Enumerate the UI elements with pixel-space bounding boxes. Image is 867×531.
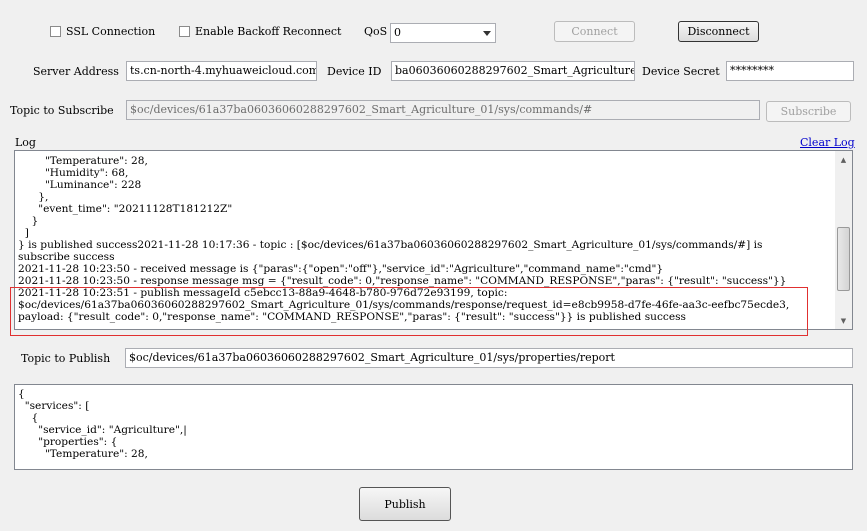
publish-button[interactable]: Publish [359, 487, 451, 521]
payload-line: "service_id": "Agriculture",| [18, 424, 187, 436]
publish-topic-label: Topic to Publish [21, 352, 111, 365]
ssl-connection-label: SSL Connection [66, 25, 156, 38]
server-address-input[interactable]: ts.cn-north-4.myhuaweicloud.com [126, 61, 317, 81]
ssl-connection-checkbox[interactable] [50, 26, 61, 37]
payload-content: { "services": [ { "service_id": "Agricul… [18, 388, 187, 460]
log-line: 2021-11-28 10:23:50 - received message i… [18, 263, 664, 275]
disconnect-button[interactable]: Disconnect [678, 21, 759, 42]
log-label: Log [15, 136, 36, 149]
qos-select-value: 0 [394, 26, 401, 39]
log-line: } [18, 215, 39, 227]
scroll-thumb[interactable] [837, 227, 850, 291]
log-line: }, [18, 191, 49, 203]
log-scrollbar[interactable]: ▲ ▼ [835, 151, 852, 329]
subscribe-button[interactable]: Subscribe [766, 101, 851, 122]
payload-line: "Temperature": 28, [18, 448, 148, 460]
log-line: "event_time": "20211128T181212Z" [18, 203, 233, 215]
device-id-label: Device ID [327, 65, 382, 78]
publish-topic-input[interactable]: $oc/devices/61a37ba06036060288297602_Sma… [125, 348, 853, 368]
log-line: ] [18, 227, 29, 239]
subscribe-topic-input[interactable]: $oc/devices/61a37ba06036060288297602_Sma… [126, 100, 760, 120]
log-line: "Luminance": 228 [18, 179, 142, 191]
backoff-reconnect-label: Enable Backoff Reconnect [195, 25, 342, 38]
backoff-reconnect-checkbox[interactable] [179, 26, 190, 37]
highlight-box [10, 287, 808, 336]
log-line: "Humidity": 68, [18, 167, 129, 179]
clear-log-link[interactable]: Clear Log [800, 136, 855, 149]
device-secret-label: Device Secret [642, 65, 720, 78]
connect-button[interactable]: Connect [554, 21, 635, 42]
device-secret-input[interactable]: ******** [726, 61, 854, 81]
server-address-label: Server Address [33, 65, 119, 78]
scroll-up-icon[interactable]: ▲ [835, 151, 852, 168]
scroll-down-icon[interactable]: ▼ [835, 312, 852, 329]
chevron-down-icon [479, 24, 495, 42]
subscribe-topic-label: Topic to Subscribe [10, 104, 114, 117]
payload-line: "properties": { [18, 436, 118, 448]
qos-select[interactable]: 0 [390, 23, 496, 43]
log-line: } is published success2021-11-28 10:17:3… [18, 239, 763, 251]
device-id-input[interactable]: ba06036060288297602_Smart_Agriculture_01 [391, 61, 635, 81]
payload-line: "services": [ [18, 400, 90, 412]
log-line: 2021-11-28 10:23:50 - response message m… [18, 275, 787, 287]
payload-line: { [18, 388, 25, 400]
qos-label: QoS [364, 25, 388, 38]
payload-textbox[interactable]: { "services": [ { "service_id": "Agricul… [14, 384, 853, 470]
log-line: "Temperature": 28, [18, 155, 148, 167]
payload-line: { [18, 412, 39, 424]
log-line: subscribe success [18, 251, 115, 263]
